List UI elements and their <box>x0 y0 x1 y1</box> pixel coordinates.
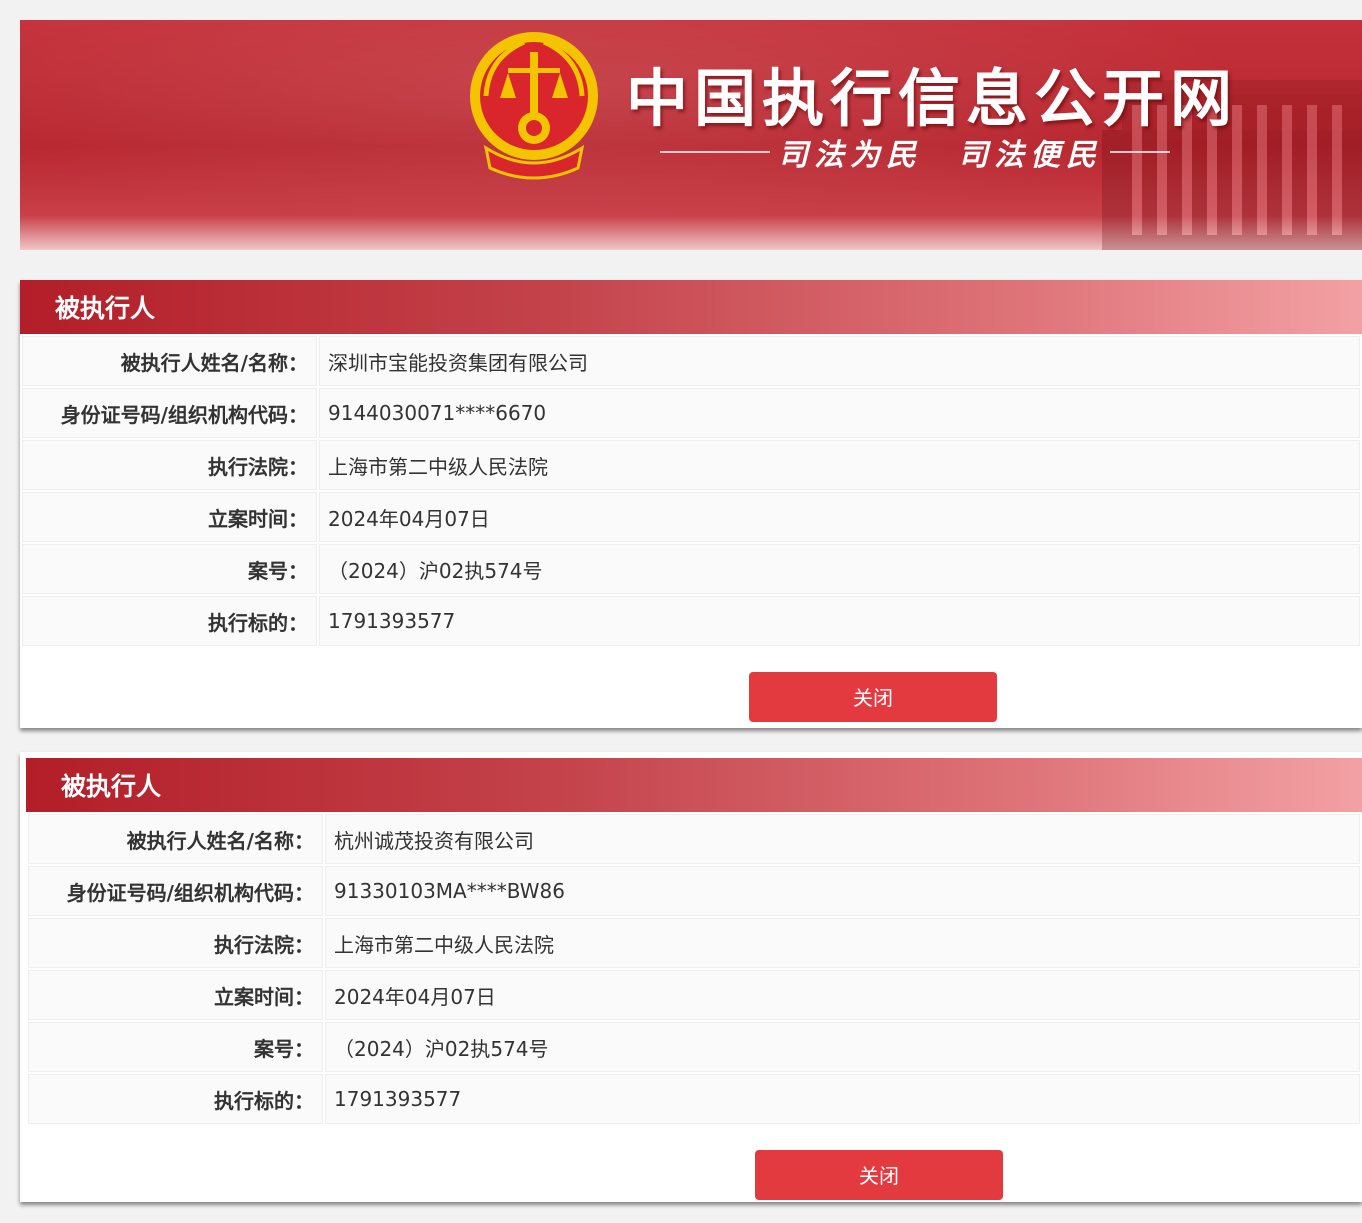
table-row: 立案时间： 2024年04月07日 <box>22 492 1360 542</box>
field-value: 上海市第二中级人民法院 <box>325 918 1360 968</box>
slogan: 司法为民 司法便民 <box>660 132 1220 173</box>
field-value: 深圳市宝能投资集团有限公司 <box>319 336 1360 386</box>
table-row: 身份证号码/组织机构代码： 91330103MA****BW86 <box>28 866 1360 916</box>
table-row: 被执行人姓名/名称： 杭州诚茂投资有限公司 <box>28 814 1360 864</box>
field-label: 立案时间： <box>28 970 323 1020</box>
panel-header: 被执行人 <box>26 758 1362 812</box>
field-label: 身份证号码/组织机构代码： <box>28 866 323 916</box>
table-row: 案号： （2024）沪02执574号 <box>28 1022 1360 1072</box>
slogan-line-right <box>1110 151 1170 153</box>
table-row: 被执行人姓名/名称： 深圳市宝能投资集团有限公司 <box>22 336 1360 386</box>
table-row: 身份证号码/组织机构代码： 9144030071****6670 <box>22 388 1360 438</box>
field-value: 9144030071****6670 <box>319 388 1360 438</box>
table-row: 执行标的： 1791393577 <box>28 1074 1360 1124</box>
record-panel-2: 被执行人 被执行人姓名/名称： 杭州诚茂投资有限公司 身份证号码/组织机构代码：… <box>20 752 1362 1202</box>
table-row: 执行标的： 1791393577 <box>22 596 1360 646</box>
close-button[interactable]: 关闭 <box>749 672 997 722</box>
field-label: 案号： <box>22 544 317 594</box>
panel-inner: 被执行人 被执行人姓名/名称： 杭州诚茂投资有限公司 身份证号码/组织机构代码：… <box>20 752 1362 1126</box>
field-value: 2024年04月07日 <box>319 492 1360 542</box>
close-button[interactable]: 关闭 <box>755 1150 1003 1200</box>
field-label: 立案时间： <box>22 492 317 542</box>
field-label: 执行标的： <box>28 1074 323 1124</box>
site-title: 中国执行信息公开网 <box>626 62 1239 135</box>
field-value: 杭州诚茂投资有限公司 <box>325 814 1360 864</box>
field-label: 身份证号码/组织机构代码： <box>22 388 317 438</box>
field-label: 执行法院： <box>28 918 323 968</box>
table-row: 案号： （2024）沪02执574号 <box>22 544 1360 594</box>
table-row: 执行法院： 上海市第二中级人民法院 <box>28 918 1360 968</box>
field-value: （2024）沪02执574号 <box>319 544 1360 594</box>
record-table: 被执行人姓名/名称： 深圳市宝能投资集团有限公司 身份证号码/组织机构代码： 9… <box>20 334 1362 648</box>
field-value: 1791393577 <box>319 596 1360 646</box>
panel-header: 被执行人 <box>20 280 1362 334</box>
field-label: 案号： <box>28 1022 323 1072</box>
table-row: 执行法院： 上海市第二中级人民法院 <box>22 440 1360 490</box>
slogan-line-left <box>660 151 770 153</box>
field-label: 被执行人姓名/名称： <box>22 336 317 386</box>
field-label: 执行标的： <box>22 596 317 646</box>
field-value: 2024年04月07日 <box>325 970 1360 1020</box>
slogan-text: 司法为民 司法便民 <box>778 138 1102 173</box>
field-value: 91330103MA****BW86 <box>325 866 1360 916</box>
field-value: 上海市第二中级人民法院 <box>319 440 1360 490</box>
site-banner: 中国执行信息公开网 司法为民 司法便民 <box>20 20 1362 250</box>
field-value: （2024）沪02执574号 <box>325 1022 1360 1072</box>
field-label: 执行法院： <box>22 440 317 490</box>
record-table: 被执行人姓名/名称： 杭州诚茂投资有限公司 身份证号码/组织机构代码： 9133… <box>26 812 1362 1126</box>
table-row: 立案时间： 2024年04月07日 <box>28 970 1360 1020</box>
field-value: 1791393577 <box>325 1074 1360 1124</box>
national-emblem-icon <box>470 32 598 180</box>
field-label: 被执行人姓名/名称： <box>28 814 323 864</box>
record-panel-1: 被执行人 被执行人姓名/名称： 深圳市宝能投资集团有限公司 身份证号码/组织机构… <box>20 280 1362 728</box>
